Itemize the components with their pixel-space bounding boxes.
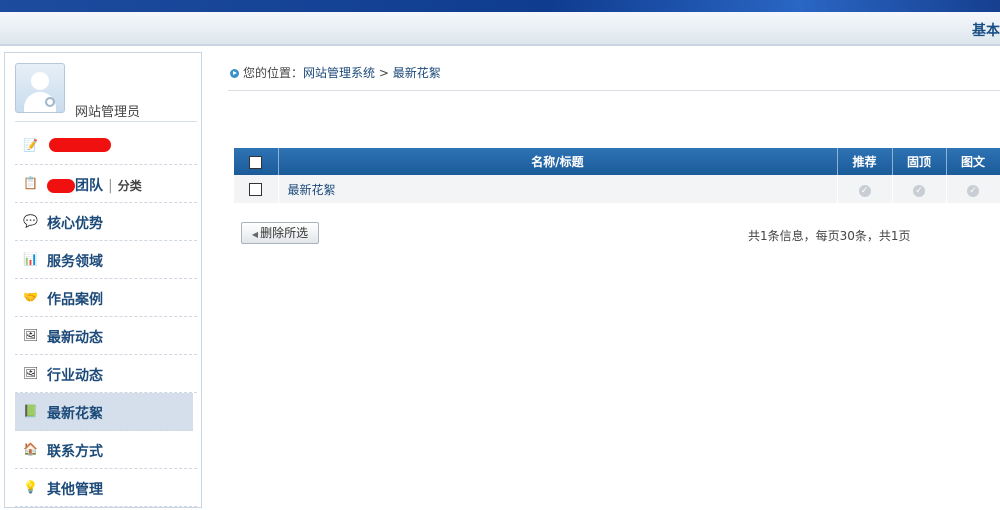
house-icon: 🏠 <box>23 442 38 456</box>
sidebar-item-contact[interactable]: 🏠 联系方式 <box>15 431 197 469</box>
avatar <box>15 63 65 113</box>
table-header-row: 名称/标题 推荐 固顶 图文 <box>234 148 1000 175</box>
sidebar: 网站管理员 📝 📋 团队 | 分类 💬 核心优势 📊 服务领域 🤝 作品案例 🖼 最… <box>4 52 202 508</box>
column-header-pin[interactable]: 固顶 <box>892 148 947 175</box>
content-table: 名称/标题 推荐 固顶 图文 最新花絮 ✓ ✓ ✓ <box>234 148 1000 203</box>
breadcrumb-current-link[interactable]: 最新花絮 <box>393 66 441 80</box>
sidebar-item-service-area[interactable]: 📊 服务领域 <box>15 241 197 279</box>
chart-icon: 📊 <box>23 252 38 266</box>
sidebar-item-label: 最新花絮 <box>47 406 103 422</box>
sidebar-item-label: 最新动态 <box>47 330 103 346</box>
sidebar-item-label: 行业动态 <box>47 368 103 384</box>
note-icon: 📗 <box>23 404 38 418</box>
redaction-mark <box>49 138 111 152</box>
edit-icon: 📝 <box>23 138 38 152</box>
row-checkbox[interactable] <box>249 183 263 196</box>
user-profile: 网站管理员 <box>15 61 197 122</box>
user-name: 网站管理员 <box>75 105 141 120</box>
column-header-recommend[interactable]: 推荐 <box>837 148 893 175</box>
sidebar-item-core-advantage[interactable]: 💬 核心优势 <box>15 203 197 241</box>
table-row: 最新花絮 ✓ ✓ ✓ <box>234 175 1000 203</box>
sidebar-item-other[interactable]: 💡 其他管理 <box>15 469 197 507</box>
select-all-header <box>234 148 279 175</box>
sidebar-item-label: 联系方式 <box>47 444 103 460</box>
divider <box>228 90 1000 91</box>
sidebar-item-highlights[interactable]: 📗 最新花絮 <box>15 393 193 431</box>
sidebar-item-label: 服务领域 <box>47 254 103 270</box>
team-icon: 📋 <box>23 176 38 190</box>
top-header-band <box>0 0 1000 12</box>
breadcrumb-system-link[interactable]: 网站管理系统 <box>303 66 375 80</box>
sidebar-item-works[interactable]: 🤝 作品案例 <box>15 279 197 317</box>
sidebar-item-2[interactable]: 📋 团队 | 分类 <box>15 165 197 203</box>
sidebar-item-label <box>47 137 111 153</box>
picture-icon: 🖼 <box>23 328 39 342</box>
row-title-link[interactable]: 最新花絮 <box>278 175 838 203</box>
breadcrumb: 您的位置：网站管理系统 > 最新花絮 <box>230 64 441 81</box>
redaction-mark <box>47 179 75 193</box>
handshake-icon: 🤝 <box>23 290 38 304</box>
bulb-icon: 💡 <box>23 480 38 494</box>
sidebar-item-latest-news[interactable]: 🖼 最新动态 <box>15 317 197 355</box>
delete-selected-button[interactable]: ◀ 删除所选 <box>241 222 319 244</box>
sidebar-item-label: 其他管理 <box>47 482 103 498</box>
header-right-label[interactable]: 基本 <box>972 20 1000 40</box>
chat-icon: 💬 <box>23 214 38 228</box>
column-header-image[interactable]: 图文 <box>946 148 1000 175</box>
sidebar-item-label: 作品案例 <box>47 292 103 308</box>
column-header-title[interactable]: 名称/标题 <box>278 148 838 175</box>
sidebar-item-industry-news[interactable]: 🖼 行业动态 <box>15 355 197 393</box>
sidebar-item-label: 团队 | 分类 <box>47 175 142 195</box>
image-check-icon[interactable]: ✓ <box>967 184 979 197</box>
recommend-check-icon[interactable]: ✓ <box>858 184 871 197</box>
sidebar-item-1[interactable]: 📝 <box>15 127 197 165</box>
pagination-info: 共1条信息，每页30条，共1页 <box>748 229 911 243</box>
sidebar-item-label: 核心优势 <box>47 216 103 232</box>
picture-icon: 🖼 <box>23 366 39 380</box>
select-all-checkbox[interactable] <box>249 155 263 169</box>
caret-left-icon: ◀ <box>251 230 259 239</box>
arrow-circle-icon <box>230 69 239 78</box>
pin-check-icon[interactable]: ✓ <box>913 184 925 197</box>
sub-header-bar: 基本 <box>0 12 1000 46</box>
sidebar-item-sublink[interactable]: 分类 <box>118 179 142 193</box>
sidebar-menu: 📝 📋 团队 | 分类 💬 核心优势 📊 服务领域 🤝 作品案例 🖼 最新动态 🖼 … <box>15 127 197 507</box>
gear-icon <box>45 97 55 107</box>
